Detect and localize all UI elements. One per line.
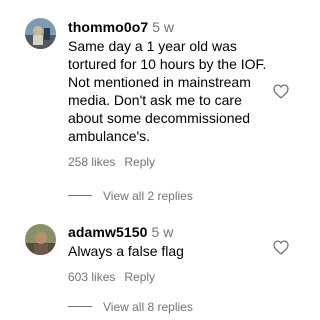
replies-divider: [68, 195, 92, 197]
username-link[interactable]: thommo0o7: [68, 19, 148, 35]
comments-list: thommo0o7 5 w Same day a 1 year old was t…: [0, 0, 311, 320]
comment-text: Always a false flag: [68, 243, 184, 259]
reply-button[interactable]: Reply: [124, 270, 155, 284]
timestamp[interactable]: 5 w: [152, 224, 174, 240]
view-replies-label: View all 2 replies: [103, 189, 193, 203]
avatar[interactable]: [25, 18, 56, 49]
timestamp[interactable]: 5 w: [152, 19, 174, 35]
comment-body: adamw5150 5 w Always a false flag 603 lik…: [68, 223, 273, 285]
view-replies-button[interactable]: View all 8 replies: [68, 299, 193, 315]
heart-outline-icon[interactable]: [273, 84, 289, 99]
comment-body: thommo0o7 5 w Same day a 1 year old was t…: [68, 18, 273, 170]
likes-count[interactable]: 603 likes: [68, 270, 115, 284]
avatar[interactable]: [25, 224, 56, 255]
comment-text: Same day a 1 year old was tortured for 1…: [68, 38, 267, 144]
view-replies-button[interactable]: View all 2 replies: [68, 188, 193, 204]
heart-outline-icon[interactable]: [273, 240, 289, 255]
reply-button[interactable]: Reply: [124, 155, 155, 169]
username-link[interactable]: adamw5150: [68, 224, 148, 240]
comment-header: thommo0o7 5 w: [68, 18, 273, 36]
comment-actions: 603 likes Reply: [68, 269, 273, 285]
avatar-image: [25, 18, 56, 49]
avatar-image: [25, 224, 56, 255]
likes-count[interactable]: 258 likes: [68, 155, 115, 169]
comment-actions: 258 likes Reply: [68, 154, 273, 170]
view-replies-label: View all 8 replies: [103, 300, 193, 314]
comment-header: adamw5150 5 w: [68, 223, 273, 241]
replies-divider: [68, 306, 92, 308]
